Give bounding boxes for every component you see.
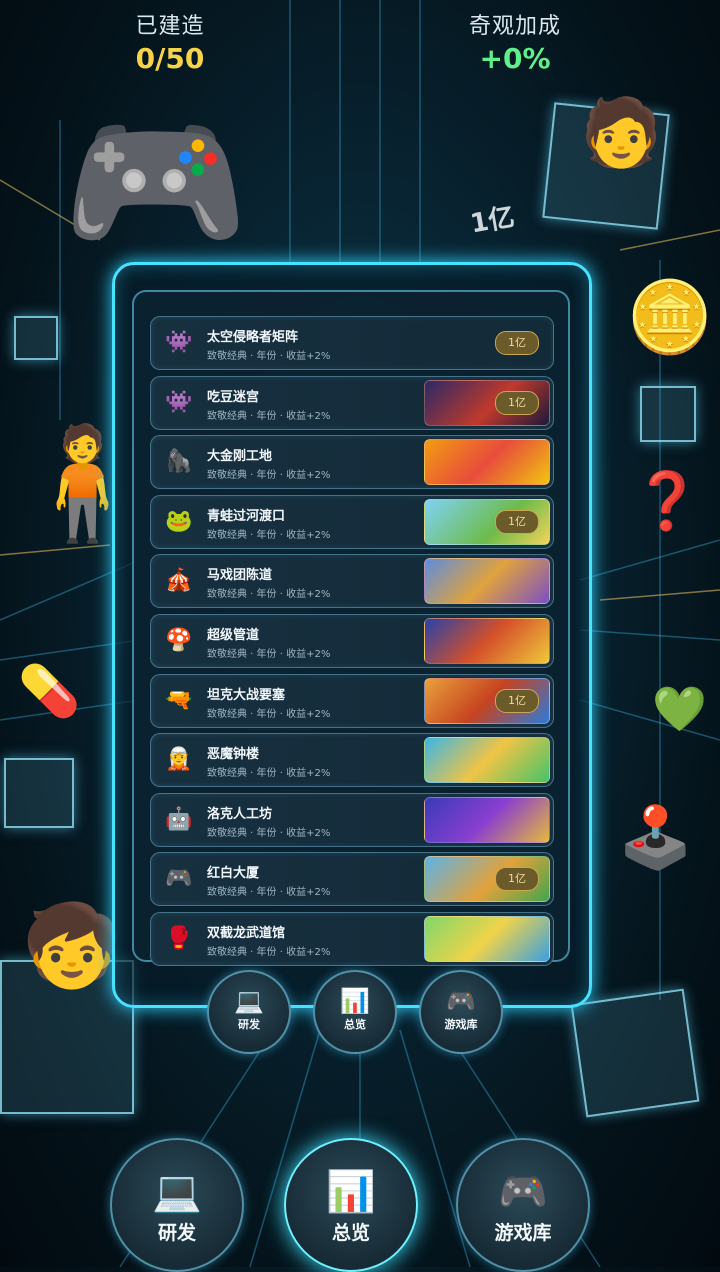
game-row[interactable]: 👾 太空侵略者矩阵致敬经典 · 年份 · 收益+2% 1亿 — [150, 316, 554, 370]
game-subtitle: 致敬经典 · 年份 · 收益+2% — [207, 410, 331, 422]
game-thumbnail — [424, 439, 550, 486]
nav-small-overview-button[interactable]: 📊 总览 — [313, 970, 397, 1054]
game-thumbnail — [424, 558, 550, 605]
game-thumbnail — [424, 796, 550, 843]
game-row[interactable]: 🐸 青蛙过河渡口致敬经典 · 年份 · 收益+2% 1亿 — [150, 494, 554, 549]
game-subtitle: 致敬经典 · 年份 · 收益+2% — [207, 827, 331, 839]
nav-label: 研发 — [157, 1222, 196, 1244]
game-title: 坦克大战要塞 — [207, 687, 286, 703]
glass-cube — [640, 386, 696, 442]
laptop-icon: 💻 — [234, 987, 264, 1015]
purple-controller-icon: 🕹️ — [618, 803, 693, 873]
bar-chart-icon: 📊 — [326, 1169, 376, 1215]
game-row[interactable]: 🔫 坦克大战要塞致敬经典 · 年份 · 收益+2% 1亿 — [150, 673, 554, 728]
game-title: 吃豆迷宫 — [207, 389, 260, 405]
gamepad-icon: 🎮 — [165, 866, 193, 892]
game-row[interactable]: 🤖 洛克人工坊致敬经典 · 年份 · 收益+2% — [150, 792, 554, 847]
nav-library-button[interactable]: 🎮 游戏库 — [456, 1138, 590, 1272]
game-row[interactable]: 🎮 红白大厦致敬经典 · 年份 · 收益+2% 1亿 — [150, 852, 554, 907]
princess-icon: 🧝 — [165, 747, 193, 773]
game-subtitle: 致敬经典 · 年份 · 收益+2% — [207, 470, 331, 482]
glass-cube — [14, 316, 58, 360]
game-row[interactable]: 🧝 恶魔钟楼致敬经典 · 年份 · 收益+2% — [150, 733, 554, 788]
game-subtitle: 致敬经典 · 年份 · 收益+2% — [207, 768, 331, 780]
built-count-value: 0/50 — [135, 42, 205, 75]
floating-billion-tag: 1亿 — [468, 202, 517, 240]
nav-small-research-button[interactable]: 💻 研发 — [207, 970, 291, 1054]
game-row[interactable]: 🦍 大金刚工地致敬经典 · 年份 · 收益+2% — [150, 435, 554, 490]
game-title: 大金刚工地 — [207, 449, 273, 465]
wonder-bonus-label: 奇观加成 — [468, 14, 561, 39]
laptop-icon: 💻 — [152, 1169, 202, 1215]
game-list: 👾 太空侵略者矩阵 致敬经典 · 年份 · 收益+2% 1亿 👾 吃豆迷宫 致敬经典 · 年… — [150, 316, 554, 972]
cost-badge[interactable]: 1亿 — [495, 331, 539, 355]
nav-label: 总览 — [331, 1222, 370, 1244]
game-row[interactable]: 🍄 超级管道致敬经典 · 年份 · 收益+2% — [150, 613, 554, 668]
game-subtitle: 致敬经典 · 年份 · 收益+2% — [207, 887, 331, 899]
gamepad-icon: 🎮 — [446, 987, 476, 1015]
built-count-label: 已建造 — [135, 14, 205, 39]
game-subtitle: 致敬经典 · 年份 · 收益+2% — [207, 648, 331, 660]
nav-small-library-button[interactable]: 🎮 游戏库 — [419, 970, 503, 1054]
nav-research-button[interactable]: 💻 研发 — [110, 1138, 244, 1272]
wonder-bonus-stat: 奇观加成 +0% — [440, 8, 590, 75]
mushroom-icon: 🍄 — [165, 627, 193, 653]
game-title: 恶魔钟楼 — [207, 747, 260, 763]
nav-label: 游戏库 — [494, 1222, 552, 1244]
pixel-character-head-icon: 🧑 — [580, 94, 663, 171]
game-row[interactable]: 🎪 马戏团陈道致敬经典 · 年份 · 收益+2% — [150, 554, 554, 609]
game-row[interactable]: 🥊 双截龙武道馆致敬经典 · 年份 · 收益+2% — [150, 911, 554, 966]
frog-icon: 🐸 — [165, 508, 193, 534]
nav-label: 研发 — [238, 1018, 260, 1031]
game-controller-icon: 🎮 — [62, 96, 249, 270]
green-gem-icon: 💚 — [652, 684, 707, 735]
nav-label: 游戏库 — [444, 1018, 478, 1031]
game-title: 马戏团陈道 — [207, 568, 273, 584]
game-title: 双截龙武道馆 — [207, 925, 286, 941]
glass-cube — [570, 988, 700, 1118]
gold-coin-icon: 🪙 — [626, 276, 714, 358]
game-thumbnail — [424, 737, 550, 784]
robot-icon: 🤖 — [165, 806, 193, 832]
game-subtitle: 致敬经典 · 年份 · 收益+2% — [207, 351, 331, 362]
game-title: 洛克人工坊 — [207, 806, 273, 822]
game-thumbnail — [424, 915, 550, 962]
game-title: 青蛙过河渡口 — [207, 508, 286, 524]
game-title: 红白大厦 — [207, 866, 260, 882]
game-title: 超级管道 — [207, 627, 260, 643]
game-subtitle: 致敬经典 · 年份 · 收益+2% — [207, 529, 331, 541]
cost-badge[interactable]: 1亿 — [495, 688, 539, 713]
game-row[interactable]: 👾 吃豆迷宫致敬经典 · 年份 · 收益+2% 1亿 — [150, 375, 554, 430]
cost-badge[interactable]: 1亿 — [495, 390, 539, 415]
tank-gun-icon: 🔫 — [165, 687, 193, 713]
nav-overview-button[interactable]: 📊 总览 — [284, 1138, 418, 1272]
bar-chart-icon: 📊 — [340, 987, 370, 1015]
pacman-ghost-icon: 👾 — [165, 389, 193, 415]
built-count-stat: 已建造 0/50 — [100, 8, 240, 75]
blue-capsule-icon: 💊 — [18, 662, 81, 720]
glass-cube — [4, 758, 74, 828]
game-subtitle: 致敬经典 · 年份 · 收益+2% — [207, 946, 331, 958]
game-thumbnail — [424, 617, 550, 664]
wonder-bonus-value: +0% — [479, 42, 551, 75]
game-subtitle: 致敬经典 · 年份 · 收益+2% — [207, 708, 331, 720]
cost-badge[interactable]: 1亿 — [495, 509, 539, 534]
boxing-glove-icon: 🥊 — [165, 925, 193, 951]
game-title: 太空侵略者矩阵 — [207, 330, 299, 345]
space-invader-icon: 👾 — [165, 330, 193, 355]
question-block-icon: ❓ — [632, 469, 702, 534]
pixel-kid-icon: 🧒 — [22, 899, 122, 992]
nav-label: 总览 — [344, 1018, 366, 1031]
game-subtitle: 致敬经典 · 年份 · 收益+2% — [207, 589, 331, 601]
gorilla-icon: 🦍 — [165, 449, 193, 475]
cost-badge[interactable]: 1亿 — [495, 867, 539, 892]
gamepad-icon: 🎮 — [498, 1169, 548, 1215]
circus-tent-icon: 🎪 — [165, 568, 193, 594]
